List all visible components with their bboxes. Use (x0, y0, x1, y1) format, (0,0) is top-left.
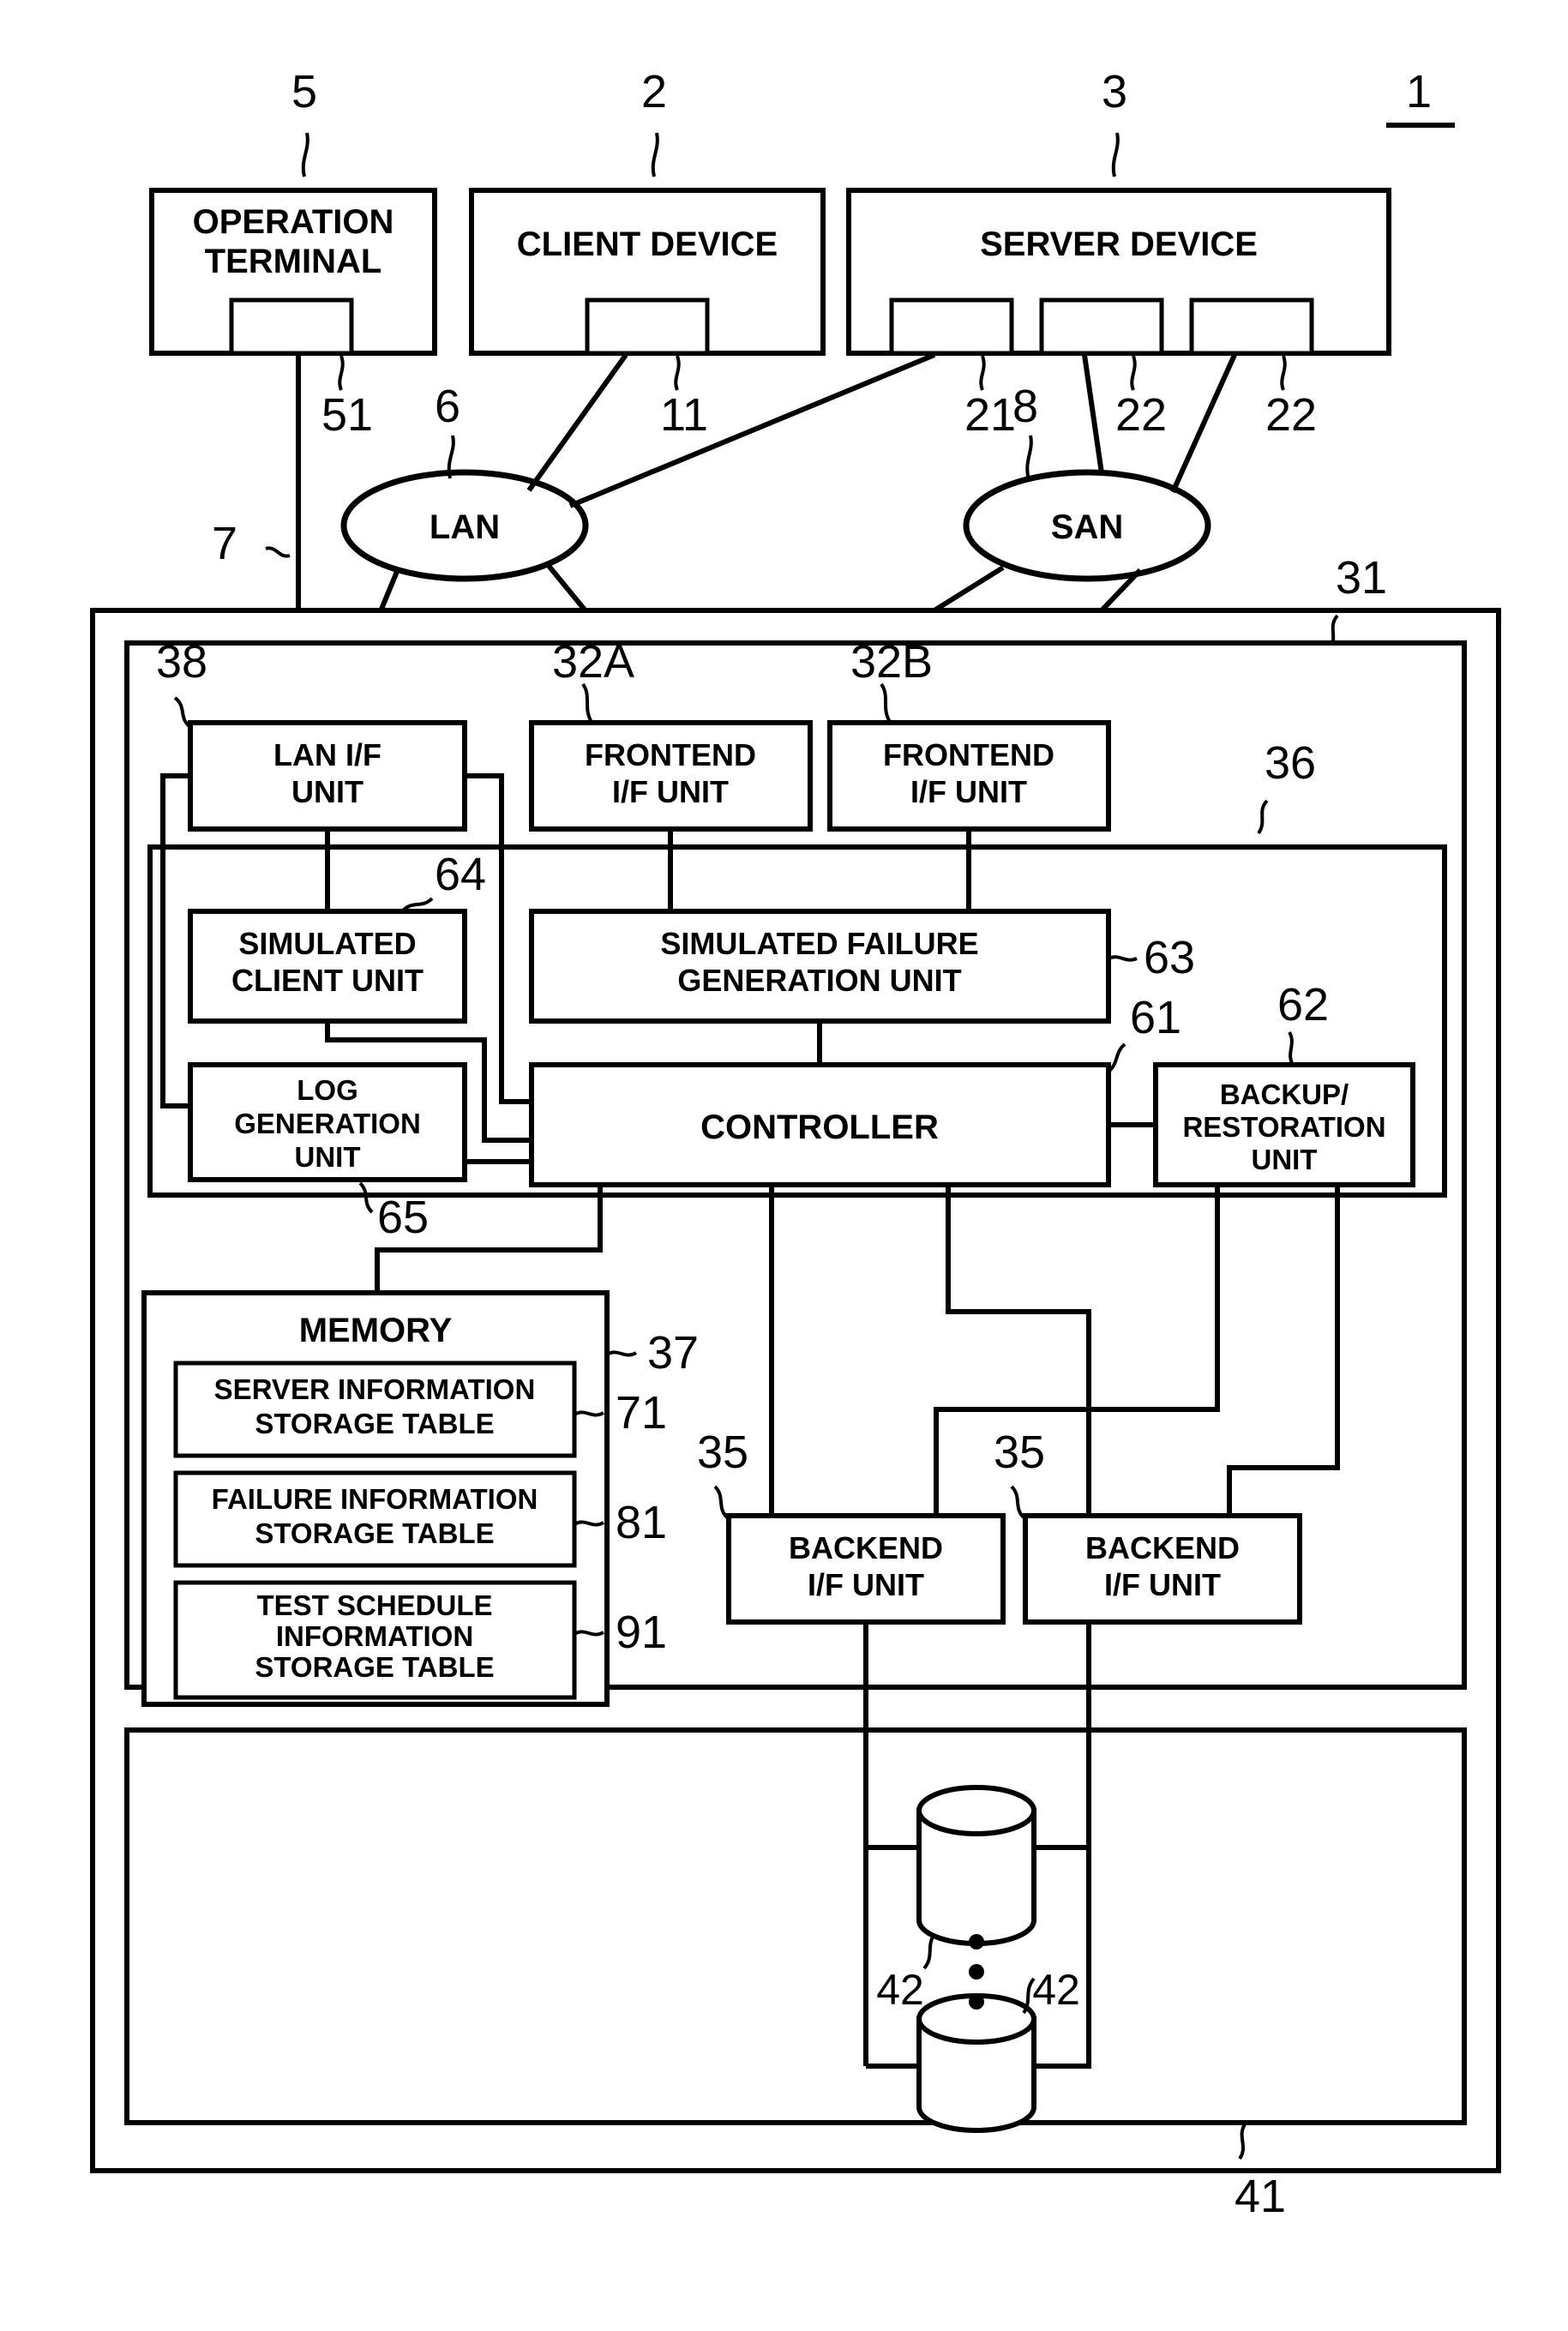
backend-b-label-line1: BACKEND (1085, 1530, 1240, 1565)
ref-36: 36 (1265, 737, 1316, 789)
disk-ellipsis (969, 1934, 984, 2010)
backend-a-label-line2: I/F UNIT (808, 1567, 924, 1602)
ref-42-a: 42 (876, 1966, 924, 2014)
ref-81: 81 (616, 1497, 667, 1548)
log-generation-label-line1: LOG (297, 1074, 358, 1106)
ref-8: 8 (1012, 381, 1038, 432)
san-label: SAN (1051, 508, 1123, 546)
memory-table-2-line1: TEST SCHEDULE (256, 1589, 492, 1621)
backup-restoration-label-line3: UNIT (1252, 1144, 1318, 1175)
client-device-label: CLIENT DEVICE (517, 225, 778, 263)
ref-64: 64 (435, 849, 486, 900)
ref-65: 65 (377, 1192, 429, 1243)
operation-terminal-label-line1: OPERATION (193, 203, 394, 241)
frontend-b-label-line2: I/F UNIT (910, 774, 1027, 809)
ref-5: 5 (291, 66, 317, 117)
ref-37: 37 (647, 1327, 699, 1379)
ref-31: 31 (1336, 552, 1387, 604)
disk-b (916, 1993, 1036, 2133)
client-device-port (585, 297, 710, 356)
controller-label: CONTROLLER (700, 1108, 939, 1146)
simulated-failure-label-line2: GENERATION UNIT (677, 963, 961, 998)
figure-number: 1 (1406, 66, 1432, 117)
simulated-client-label-line2: CLIENT UNIT (231, 963, 424, 998)
simulated-failure-generation-unit-block: SIMULATED FAILURE GENERATION UNIT 63 (529, 909, 1195, 1024)
ref-22-a: 22 (1115, 389, 1167, 441)
lan-if-label-line2: UNIT (291, 774, 363, 809)
ref-42-b: 42 (1032, 1966, 1080, 2014)
memory-table-0-line2: STORAGE TABLE (255, 1408, 494, 1439)
simulated-failure-label-line1: SIMULATED FAILURE (660, 926, 978, 961)
server-device-port-3 (1189, 297, 1314, 356)
ref-62: 62 (1277, 979, 1329, 1030)
client-device-block: CLIENT DEVICE 2 11 (469, 66, 826, 441)
figure-number-group: 1 (1386, 66, 1455, 128)
memory-title: MEMORY (299, 1312, 453, 1349)
operation-terminal-port (229, 297, 354, 356)
ref-32B: 32B (850, 636, 933, 688)
ref-35-a: 35 (697, 1427, 748, 1478)
ref-91: 91 (616, 1607, 667, 1658)
ref-32A: 32A (552, 636, 634, 688)
ref-7: 7 (212, 518, 237, 569)
server-device-port-1 (889, 297, 1014, 356)
ref-11: 11 (660, 389, 708, 441)
ref-35-b: 35 (994, 1427, 1045, 1478)
ref-51: 51 (321, 389, 373, 441)
ref-22-b: 22 (1265, 389, 1317, 441)
ref-61: 61 (1130, 992, 1181, 1043)
ref-21: 21 (964, 389, 1016, 441)
ref-63: 63 (1144, 932, 1195, 983)
lan-network: LAN 6 (340, 381, 589, 582)
ref-2: 2 (641, 66, 667, 117)
backup-restoration-label-line1: BACKUP/ (1220, 1078, 1349, 1110)
server-device-block: SERVER DEVICE 3 21 22 22 (846, 66, 1391, 441)
ref-71: 71 (616, 1387, 667, 1439)
memory-table-0-line1: SERVER INFORMATION (214, 1373, 536, 1405)
operation-terminal-label-line2: TERMINAL (205, 243, 382, 280)
log-generation-label-line3: UNIT (295, 1141, 361, 1173)
frontend-b-label-line1: FRONTEND (883, 737, 1054, 772)
server-device-port-2 (1039, 297, 1164, 356)
memory-table-1-line1: FAILURE INFORMATION (212, 1483, 538, 1515)
memory-table-2-line2: INFORMATION (276, 1620, 473, 1652)
frontend-a-label-line2: I/F UNIT (612, 774, 729, 809)
backend-a-label-line1: BACKEND (789, 1530, 943, 1565)
log-generation-label-line2: GENERATION (234, 1108, 421, 1139)
patent-figure-canvas: 1 OPERATION TERMINAL 5 51 CLIENT DEVICE … (0, 0, 1568, 2331)
server-device-label: SERVER DEVICE (980, 225, 1258, 263)
disk-a (916, 1785, 1036, 1946)
ref-3: 3 (1102, 66, 1127, 117)
lan-label: LAN (430, 508, 500, 546)
frontend-a-label-line1: FRONTEND (585, 737, 756, 772)
operation-terminal-block: OPERATION TERMINAL 5 51 (149, 66, 437, 441)
backend-b-label-line2: I/F UNIT (1104, 1567, 1221, 1602)
memory-table-1-line2: STORAGE TABLE (255, 1517, 494, 1549)
lan-if-label-line1: LAN I/F (273, 737, 381, 772)
simulated-client-label-line1: SIMULATED (238, 926, 416, 961)
disk-unit-outline (124, 1727, 1467, 2125)
memory-table-2-line3: STORAGE TABLE (255, 1651, 494, 1683)
ref-41: 41 (1235, 2171, 1286, 2222)
ref-38: 38 (156, 636, 207, 688)
ref-6: 6 (435, 381, 460, 432)
backup-restoration-label-line2: RESTORATION (1182, 1111, 1385, 1143)
